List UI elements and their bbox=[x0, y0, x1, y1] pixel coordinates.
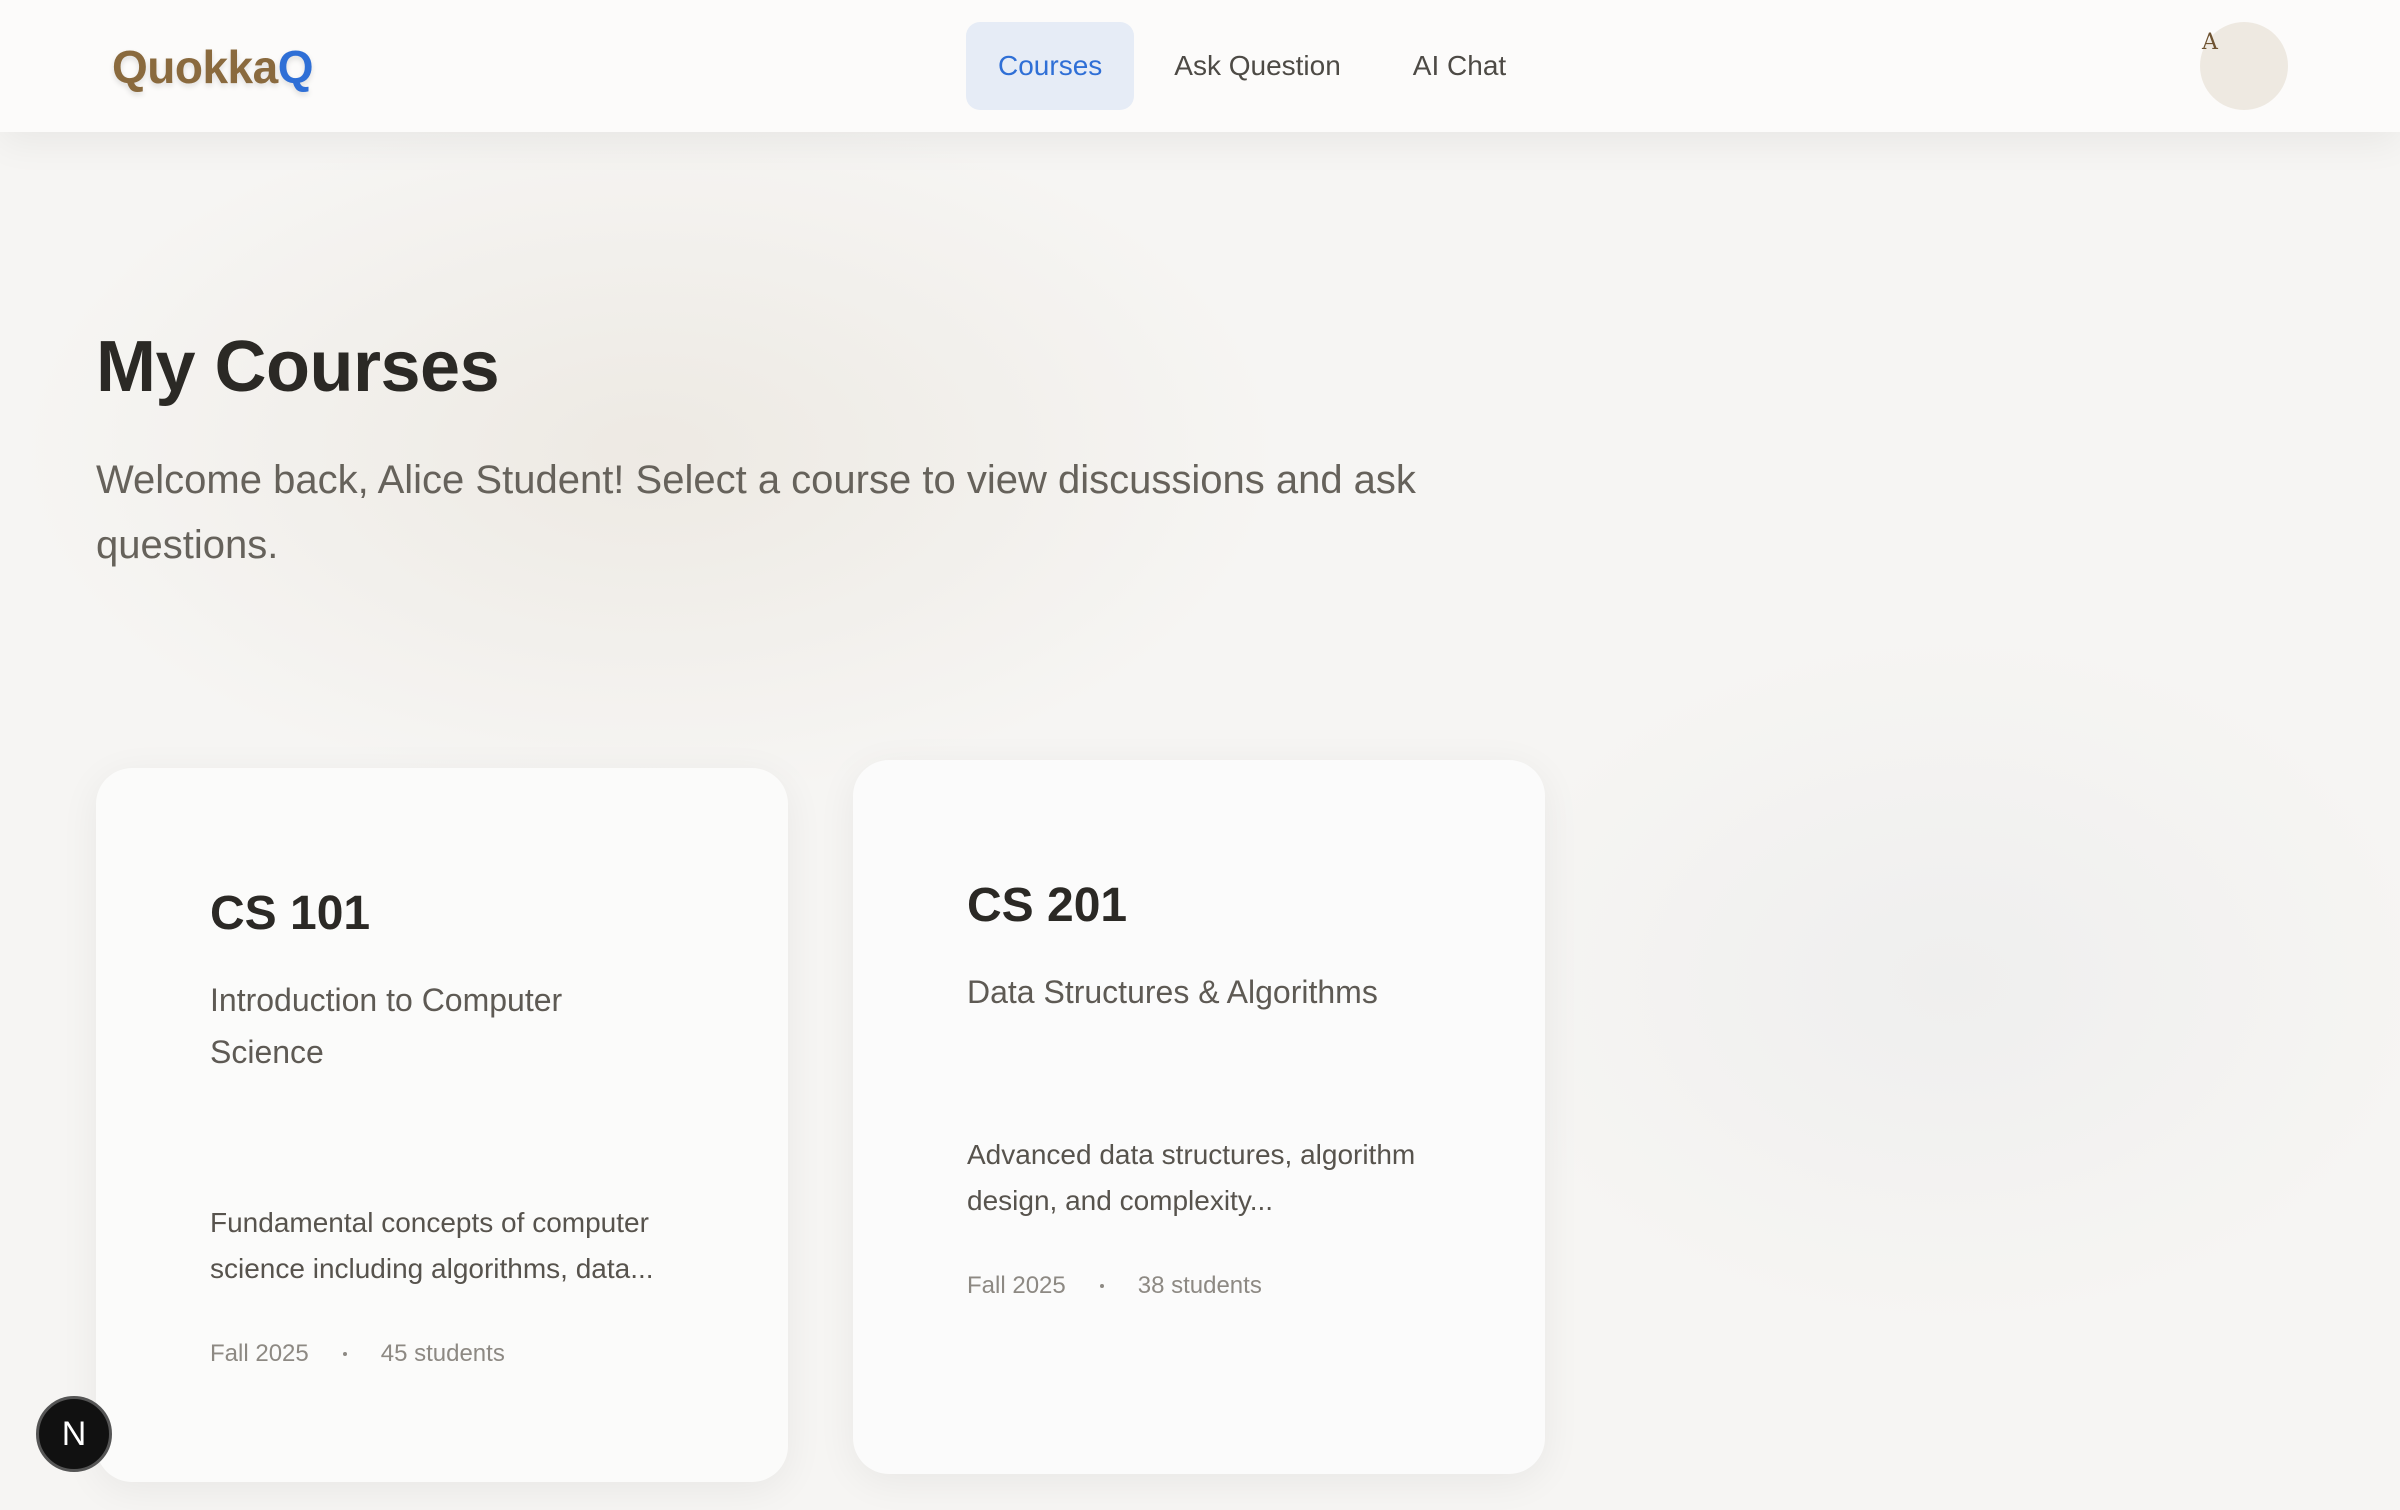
course-card-cs101[interactable]: CS 101 Introduction to Computer Science … bbox=[96, 768, 788, 1482]
avatar-initial: A bbox=[2202, 30, 2218, 55]
meta-separator-dot bbox=[342, 1352, 347, 1356]
course-code: CS 201 bbox=[967, 879, 1128, 932]
page-subtitle: Welcome back, Alice Student! Select a co… bbox=[96, 458, 1416, 567]
nav-ai-chat-tab[interactable]: AI Chat bbox=[1381, 22, 1538, 110]
course-description: Advanced data structures, algorithm desi… bbox=[967, 1139, 1416, 1216]
course-term: Fall 2025 bbox=[967, 1272, 1066, 1299]
main-nav: Courses Ask Question AI Chat bbox=[966, 22, 1538, 110]
page-title: My Courses bbox=[96, 327, 500, 407]
brand-name-main: Quokka bbox=[112, 41, 278, 93]
nav-ask-question-tab[interactable]: Ask Question bbox=[1142, 22, 1373, 110]
course-student-count: 45 students bbox=[380, 1340, 505, 1367]
course-name: Introduction to Computer Science bbox=[210, 982, 563, 1070]
meta-separator-dot bbox=[1099, 1284, 1104, 1288]
course-term: Fall 2025 bbox=[210, 1340, 309, 1367]
course-name: Data Structures & Algorithms bbox=[967, 974, 1378, 1010]
brand-name-accent: Q bbox=[277, 41, 314, 93]
course-meta: Fall 2025 38 students bbox=[967, 1272, 1262, 1300]
nextjs-dev-indicator-icon[interactable]: N bbox=[36, 1396, 112, 1472]
course-code: CS 101 bbox=[210, 887, 371, 940]
brand-logo[interactable]: QuokkaQ bbox=[112, 40, 314, 94]
top-navbar: QuokkaQ Courses Ask Question AI Chat A bbox=[0, 0, 2400, 132]
course-card-cs201[interactable]: CS 201 Data Structures & Algorithms Adva… bbox=[853, 760, 1545, 1474]
user-avatar-button[interactable]: A bbox=[2200, 22, 2288, 110]
dev-badge-label: N bbox=[61, 1414, 87, 1453]
course-description: Fundamental concepts of computer science… bbox=[210, 1207, 654, 1284]
course-student-count: 38 students bbox=[1137, 1272, 1262, 1299]
course-meta: Fall 2025 45 students bbox=[210, 1340, 505, 1368]
nav-courses-tab[interactable]: Courses bbox=[966, 22, 1135, 110]
